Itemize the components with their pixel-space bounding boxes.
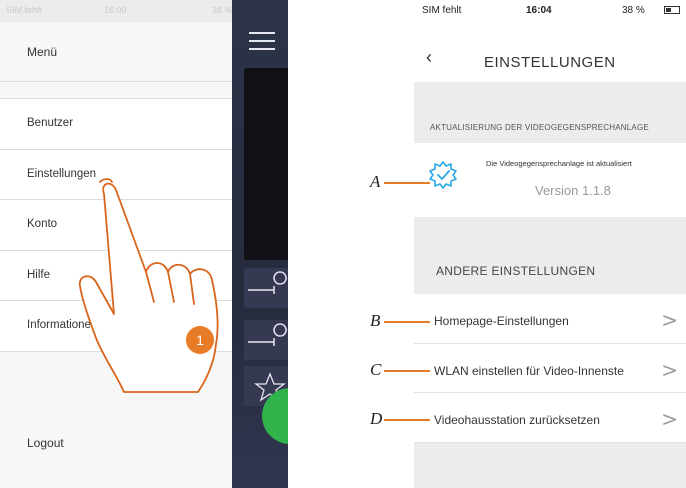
chevron-right-icon: > [661,308,678,332]
back-chevron-icon[interactable]: ‹ [426,48,432,66]
callout-line-d [384,419,430,421]
settings-list: Homepage-Einstellungen > WLAN einstellen… [414,294,686,443]
list-item-label: Homepage-Einstellungen [434,314,569,328]
callout-b: B [370,311,381,330]
battery-label: 38 % [212,5,233,15]
list-item-label: Videohausstation zurücksetzen [434,413,600,427]
wifi-settings-item[interactable]: WLAN einstellen für Video-Innenste > [414,343,686,393]
hamburger-menu-icon[interactable] [249,30,275,52]
list-item-label: WLAN einstellen für Video-Innenste [434,363,624,378]
homepage-settings-item[interactable]: Homepage-Einstellungen > [414,294,686,344]
callout-line-b [384,321,430,323]
logout-button[interactable]: Logout [27,436,64,450]
right-phone-screen: SIM fehlt 16:04 38 % ‹ EINSTELLUNGEN AKT… [414,0,686,488]
section-title-update: AKTUALISIERUNG DER VIDEOGEGENSPRECHANLAG… [430,123,649,132]
battery-label: 38 % [622,5,645,16]
callout-line-a [384,182,430,184]
time-label: 16:04 [526,5,552,16]
chevron-right-icon: > [661,407,678,431]
battery-icon [664,6,680,14]
left-phone-screen: SIM fehlt 16:00 38 % Menü Benutzer Einst… [0,0,288,488]
carrier-label: SIM fehlt [6,5,42,15]
update-status-text: Die Videogegensprechanlage ist aktualisi… [486,159,632,168]
page-header: ‹ EINSTELLUNGEN [414,22,686,82]
callout-line-c [384,370,430,372]
gear-check-icon [429,161,457,189]
version-label: Version 1.1.8 [535,183,611,198]
menu-title: Menü [27,45,58,59]
time-label: 16:00 [104,5,127,15]
update-status-card: Die Videogegensprechanlage ist aktualisi… [414,143,686,217]
carrier-label: SIM fehlt [422,5,462,16]
menu-item-label: Hilfe [27,268,51,281]
menu-header: Menü [0,22,232,82]
callout-c: C [370,360,382,379]
menu-item-benutzer[interactable]: Benutzer [0,99,232,150]
page-title: EINSTELLUNGEN [484,54,616,71]
menu-item-label: Konto [27,218,58,230]
status-bar: SIM fehlt 16:04 38 % [414,0,686,22]
chevron-right-icon: > [661,357,678,382]
callout-d: D [370,409,383,428]
callout-a: A [370,172,381,191]
menu-item-label: Benutzer [27,117,74,129]
reset-device-item[interactable]: Videohausstation zurücksetzen > [414,393,686,443]
step-number-badge: 1 [186,326,214,354]
section-title-other: ANDERE EINSTELLUNGEN [436,264,596,278]
pointing-hand-illustration [78,178,219,393]
